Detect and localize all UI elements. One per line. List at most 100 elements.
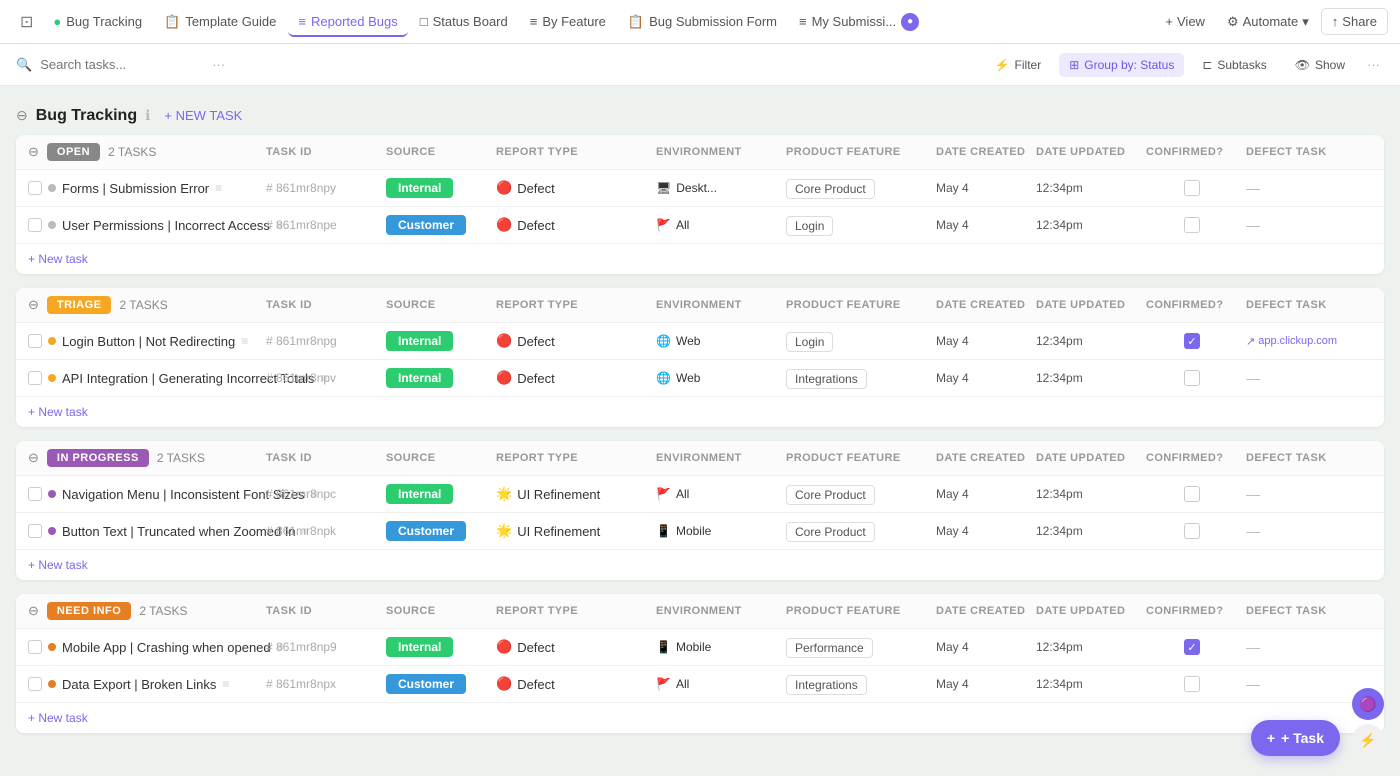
- mobile-icon: 📱: [656, 524, 671, 538]
- show-button[interactable]: 👁 Show: [1285, 53, 1355, 77]
- task-name[interactable]: Mobile App | Crashing when opened: [62, 640, 271, 655]
- product-feature-cell: Login: [782, 218, 932, 233]
- open-task-count: 2 TASKS: [108, 145, 156, 159]
- task-name[interactable]: User Permissions | Incorrect Access: [62, 218, 270, 233]
- open-collapse-icon[interactable]: ⊖: [28, 144, 39, 160]
- search-input[interactable]: [40, 57, 200, 72]
- new-task-row[interactable]: + New task: [16, 244, 1384, 274]
- tab-bug-submission[interactable]: 📋 Bug Submission Form: [618, 8, 787, 36]
- view-button[interactable]: + View: [1155, 9, 1215, 34]
- sidebar-toggle[interactable]: ⊡: [12, 6, 41, 38]
- automate-button[interactable]: ⚙ Automate ▾: [1217, 9, 1319, 35]
- confirmed-cell: [1142, 217, 1242, 233]
- share-button[interactable]: ↑ Share: [1321, 8, 1388, 35]
- subtasks-button[interactable]: ⊏ Subtasks: [1192, 53, 1276, 77]
- product-feature-cell: Core Product: [782, 181, 932, 196]
- defect-task-cell: —: [1242, 523, 1372, 539]
- tab-by-feature[interactable]: ≡ By Feature: [520, 8, 616, 35]
- date-updated-cell: 12:34pm: [1032, 640, 1142, 654]
- task-id-cell: # 861mr8npy: [262, 181, 382, 195]
- tab-reported-bugs[interactable]: ≡ Reported Bugs: [288, 8, 407, 37]
- checkbox-empty[interactable]: [1184, 370, 1200, 386]
- task-name[interactable]: Button Text | Truncated when Zoomed In: [62, 524, 296, 539]
- col-environment: ENVIRONMENT: [652, 146, 782, 158]
- environment-cell: 🌐Web: [652, 334, 782, 348]
- checkbox-empty[interactable]: [1184, 217, 1200, 233]
- environment-cell: 🌐Web: [652, 371, 782, 385]
- tab-template-guide[interactable]: 📋 Template Guide: [154, 8, 286, 36]
- task-checkbox[interactable]: [28, 334, 42, 348]
- filter-button[interactable]: ⚡ Filter: [985, 53, 1052, 77]
- table-row: Data Export | Broken Links ≡ # 861mr8npx…: [16, 666, 1384, 703]
- date-created-cell: May 4: [932, 487, 1032, 501]
- triage-collapse-icon[interactable]: ⊖: [28, 297, 39, 313]
- tab-bug-tracking[interactable]: ● Bug Tracking: [43, 8, 152, 35]
- source-badge[interactable]: Internal: [386, 368, 453, 388]
- col-confirmed: CONFIRMED?: [1142, 146, 1242, 158]
- tab-my-submissions[interactable]: ≡ My Submissi... ●: [789, 7, 929, 37]
- task-checkbox[interactable]: [28, 524, 42, 538]
- new-task-row[interactable]: + New task: [16, 397, 1384, 427]
- web-icon: 🌐: [656, 334, 671, 348]
- defect-task-cell: —: [1242, 639, 1372, 655]
- defect-task-cell[interactable]: ↗app.clickup.com: [1242, 335, 1372, 348]
- task-dot: [48, 184, 56, 192]
- source-badge[interactable]: Internal: [386, 331, 453, 351]
- web-icon: 🌐: [656, 371, 671, 385]
- task-checkbox[interactable]: [28, 487, 42, 501]
- new-task-row[interactable]: + New task: [16, 550, 1384, 580]
- source-badge[interactable]: Internal: [386, 484, 453, 504]
- task-checkbox[interactable]: [28, 181, 42, 195]
- table-row: Button Text | Truncated when Zoomed In ≡…: [16, 513, 1384, 550]
- checkbox-checked[interactable]: ✓: [1184, 333, 1200, 349]
- col-defect-task: DEFECT TASK: [1242, 146, 1372, 158]
- task-id-cell: # 861mr8npg: [262, 334, 382, 348]
- more-toolbar-icon[interactable]: ···: [1363, 53, 1384, 76]
- task-description-icon[interactable]: ≡: [215, 181, 222, 195]
- checkbox-empty[interactable]: [1184, 486, 1200, 502]
- task-name[interactable]: Forms | Submission Error: [62, 181, 209, 196]
- group-in-progress-header: ⊖ IN PROGRESS 2 TASKS TASK ID SOURCE REP…: [16, 441, 1384, 476]
- source-badge[interactable]: Customer: [386, 674, 466, 694]
- checkbox-empty[interactable]: [1184, 523, 1200, 539]
- task-dot: [48, 374, 56, 382]
- task-name[interactable]: Login Button | Not Redirecting: [62, 334, 235, 349]
- task-checkbox[interactable]: [28, 677, 42, 691]
- task-checkbox[interactable]: [28, 371, 42, 385]
- task-name[interactable]: Data Export | Broken Links: [62, 677, 216, 692]
- checkbox-empty[interactable]: [1184, 180, 1200, 196]
- collapse-all-icon[interactable]: ⊖: [16, 107, 28, 124]
- group-by-button[interactable]: ⊞ Group by: Status: [1059, 53, 1184, 77]
- tab-status-board[interactable]: □ Status Board: [410, 8, 518, 35]
- task-checkbox[interactable]: [28, 218, 42, 232]
- fab-create-task[interactable]: + + Task: [1251, 720, 1340, 756]
- source-badge[interactable]: Internal: [386, 178, 453, 198]
- task-dot: [48, 527, 56, 535]
- avatar-dots[interactable]: 🟣 ⚡: [1352, 688, 1384, 756]
- task-description-icon[interactable]: ≡: [241, 334, 248, 348]
- task-checkbox[interactable]: [28, 640, 42, 654]
- report-type-cell: 🔴Defect: [492, 676, 652, 692]
- new-task-row[interactable]: + New task: [16, 703, 1384, 733]
- report-type-cell: 🌟UI Refinement: [492, 486, 652, 502]
- checkbox-empty[interactable]: [1184, 676, 1200, 692]
- template-icon: 📋: [164, 14, 180, 30]
- need-info-collapse-icon[interactable]: ⊖: [28, 603, 39, 619]
- source-badge[interactable]: Internal: [386, 637, 453, 657]
- top-nav: ⊡ ● Bug Tracking 📋 Template Guide ≡ Repo…: [0, 0, 1400, 44]
- product-feature-cell: Core Product: [782, 524, 932, 539]
- feature-badge: Core Product: [786, 485, 875, 505]
- source-badge[interactable]: Customer: [386, 521, 466, 541]
- checkbox-checked[interactable]: ✓: [1184, 639, 1200, 655]
- feature-badge: Core Product: [786, 179, 875, 199]
- more-options-icon[interactable]: ···: [208, 53, 229, 76]
- info-icon[interactable]: ℹ: [145, 107, 150, 124]
- report-type-cell: 🔴Defect: [492, 333, 652, 349]
- flag-icon: 🚩: [656, 218, 671, 232]
- in-progress-collapse-icon[interactable]: ⊖: [28, 450, 39, 466]
- table-row: User Permissions | Incorrect Access ≡ # …: [16, 207, 1384, 244]
- new-task-button[interactable]: + NEW TASK: [158, 106, 248, 125]
- source-badge[interactable]: Customer: [386, 215, 466, 235]
- task-description-icon[interactable]: ≡: [222, 677, 229, 691]
- defect-task-cell: —: [1242, 180, 1372, 196]
